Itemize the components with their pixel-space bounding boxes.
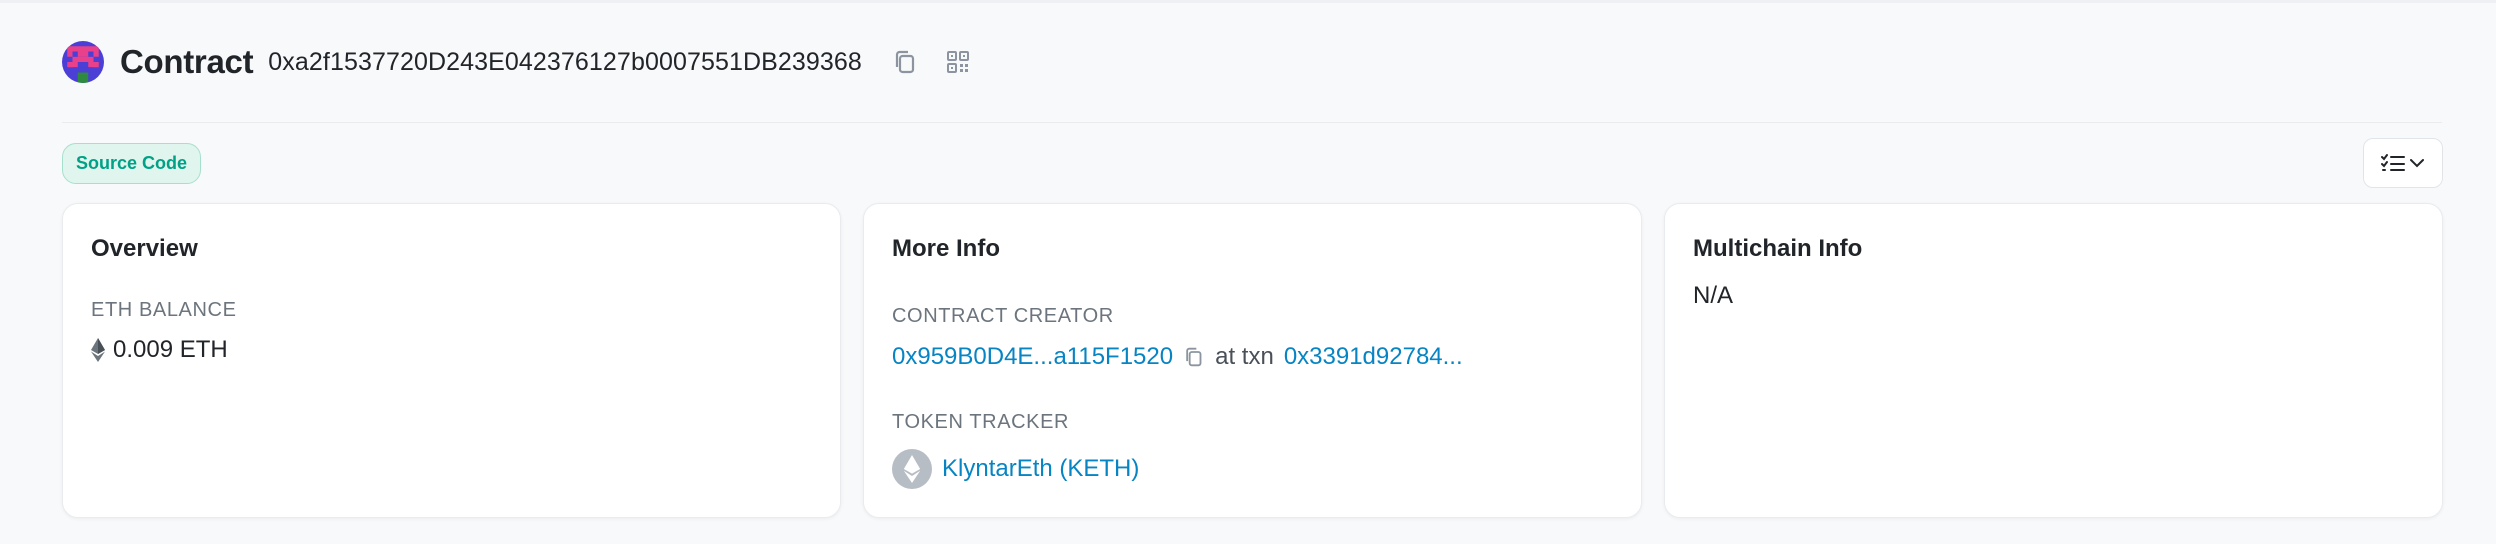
multichain-info-card: Multichain Info N/A [1664,203,2443,518]
multichain-info-value: N/A [1693,282,1734,309]
copy-address-button[interactable] [888,46,920,78]
contract-address: 0xa2f1537720D243E042376127b0007551DB2393… [268,47,862,76]
copy-icon [895,50,915,74]
multichain-info-title: Multichain Info [1693,235,1863,262]
qr-code-icon [946,51,969,73]
token-tracker-link[interactable]: KlyntarEth (KETH) [942,455,1139,483]
more-info-title: More Info [892,235,1000,262]
overview-title: Overview [91,235,198,262]
overview-card: Overview ETH BALANCE 0.009 ETH [62,203,841,518]
token-tracker-row: KlyntarEth (KETH) [892,449,1139,489]
contract-creator-label: CONTRACT CREATOR [892,305,1114,327]
contract-creator-row: 0x959B0D4E...a115F1520 at txn 0x3391d927… [892,343,1463,371]
more-options-button[interactable] [2363,138,2443,188]
chevron-down-icon [2410,159,2424,168]
at-txn-text: at txn [1215,343,1274,370]
page-title: Contract [120,43,254,80]
page-header: Contract 0xa2f1537720D243E042376127b0007… [62,38,974,86]
creator-address-link[interactable]: 0x959B0D4E...a115F1520 [892,343,1173,371]
checklist-icon [2381,154,2405,171]
source-code-badge[interactable]: Source Code [62,143,201,184]
qr-code-button[interactable] [942,46,974,78]
copy-icon [1186,347,1202,367]
eth-balance-value-row: 0.009 ETH [91,336,228,364]
blockie-avatar-icon [62,41,104,83]
token-tracker-label: TOKEN TRACKER [892,411,1070,433]
more-info-card: More Info CONTRACT CREATOR 0x959B0D4E...… [863,203,1642,518]
header-divider [62,122,2442,123]
top-border [0,0,2496,3]
eth-balance-label: ETH BALANCE [91,299,237,321]
eth-balance-value: 0.009 ETH [113,336,228,363]
ethereum-icon [91,338,105,362]
token-logo-icon [892,449,932,489]
creation-txn-link[interactable]: 0x3391d92784... [1284,343,1463,371]
copy-creator-button[interactable] [1183,346,1203,368]
